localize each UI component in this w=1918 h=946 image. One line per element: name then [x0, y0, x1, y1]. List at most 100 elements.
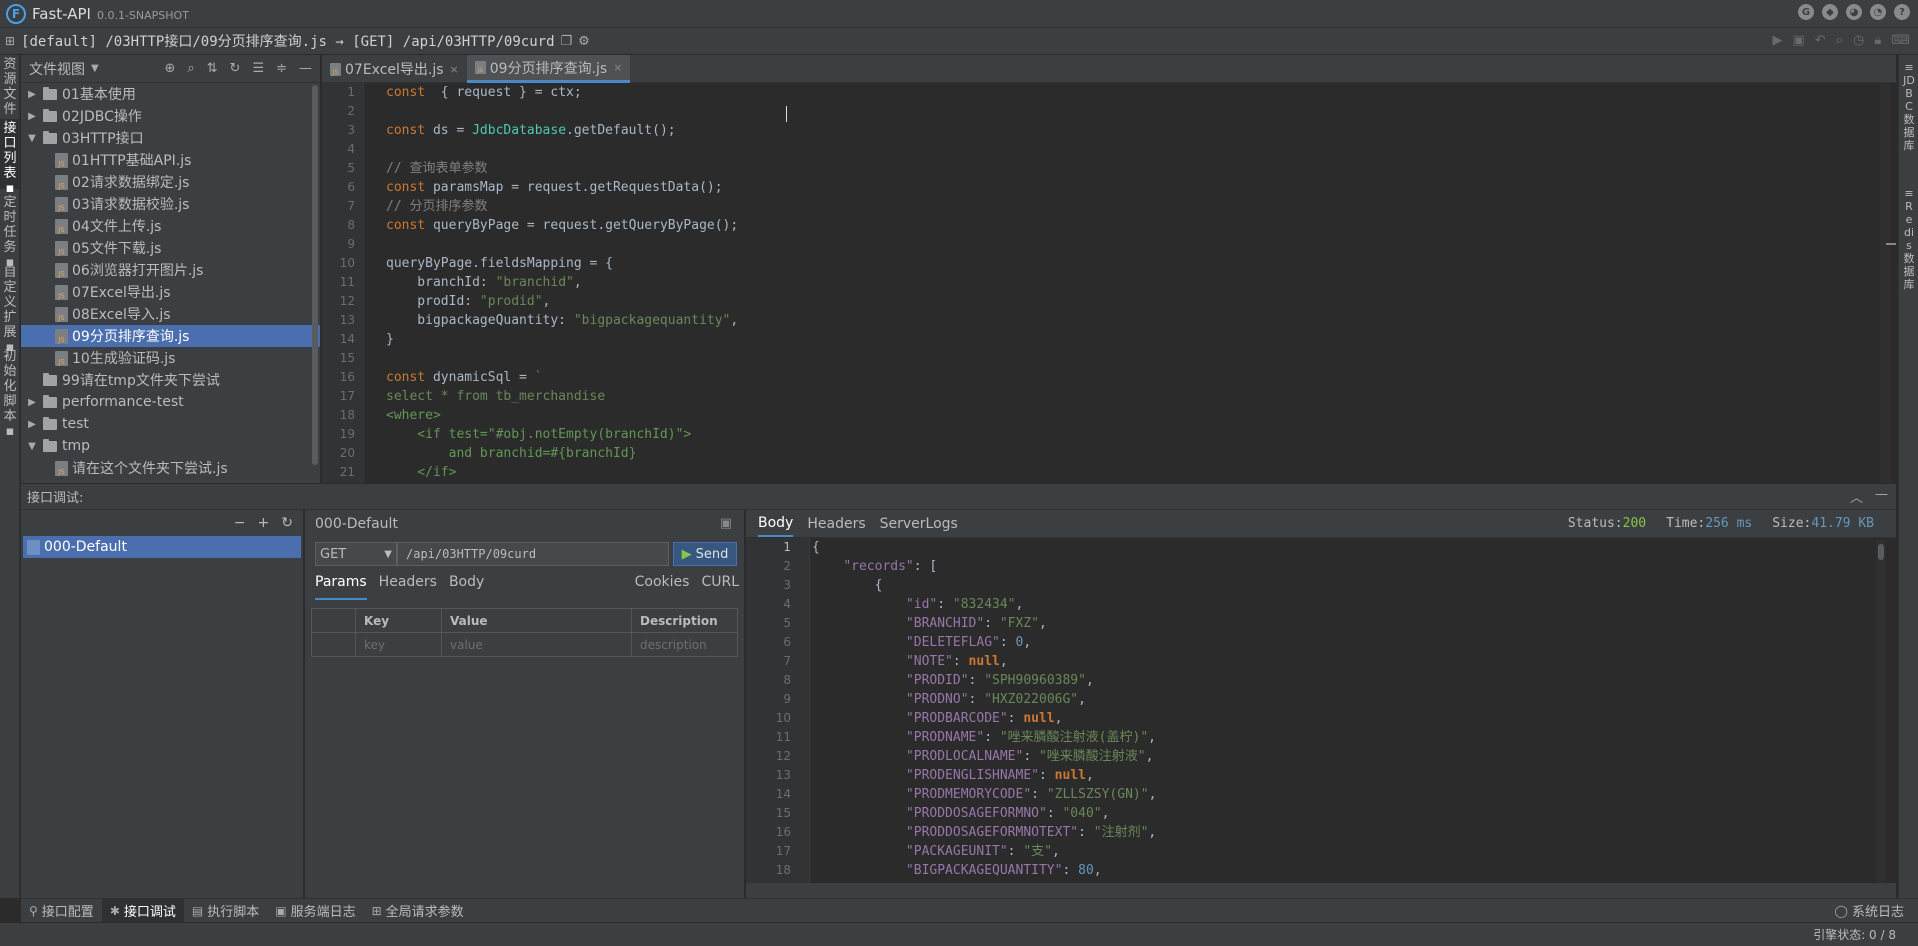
debug-case-item[interactable]: 000-Default — [23, 536, 301, 558]
line-number: 8 — [783, 673, 791, 687]
left-tab-scheduled[interactable]: 定时任务▪ — [0, 193, 20, 270]
wechat-icon[interactable]: ◔ — [1870, 4, 1886, 20]
gitee-icon[interactable]: G — [1798, 4, 1814, 20]
right-tab-redis[interactable]: ≡Redis数据库 — [1899, 187, 1918, 307]
chevron-down-icon[interactable]: ▼ — [91, 63, 99, 74]
tab-body[interactable]: Body — [449, 574, 484, 600]
row-select-cell[interactable] — [311, 632, 356, 657]
lock-icon[interactable]: 🔒︎ — [1874, 33, 1881, 48]
value-input[interactable]: value — [441, 632, 632, 657]
left-tab-api-list[interactable]: 接口列表▪ — [0, 119, 20, 196]
tab-headers[interactable]: Headers — [379, 574, 437, 600]
description-input[interactable]: description — [631, 632, 738, 657]
close-icon[interactable]: × — [450, 63, 459, 76]
editor-tab-page-sort-query[interactable]: JS 09分页排序查询.js × — [466, 55, 631, 83]
tab-params[interactable]: Params — [315, 574, 367, 600]
undo-icon[interactable]: ↶ — [1815, 33, 1826, 48]
code-token: "records" — [843, 559, 914, 574]
tree-folder[interactable]: 99请在tmp文件夹下尝试 — [21, 369, 320, 391]
tree-scrollbar[interactable] — [312, 85, 318, 465]
remove-icon[interactable]: − — [234, 515, 246, 531]
tree-folder[interactable]: ▶ 01基本使用 — [21, 83, 320, 105]
tree-folder[interactable]: ▶ test — [21, 413, 320, 435]
tree-folder[interactable]: ▶ performance-test — [21, 391, 320, 413]
chevron-right-icon[interactable]: ▶ — [25, 111, 39, 122]
response-body[interactable]: { "records": [ { "id": "832434", "BRANCH… — [812, 538, 1872, 883]
tree-file[interactable]: JS 03请求数据校验.js — [21, 193, 320, 215]
add-icon[interactable]: + — [258, 515, 270, 531]
chevron-up-icon[interactable]: ︿ — [1850, 487, 1863, 506]
expand-all-icon[interactable]: ☰ — [252, 61, 264, 76]
chevron-down-icon[interactable]: ▼ — [25, 133, 39, 144]
code-content[interactable]: const { request } = ctx; const ds = JdbcD… — [386, 83, 1866, 482]
line-number: 10 — [339, 256, 355, 270]
minimize-icon[interactable]: — — [1875, 487, 1888, 506]
tree-file[interactable]: JS 08Excel导入.js — [21, 303, 320, 325]
tab-cookies[interactable]: Cookies — [635, 574, 690, 600]
resp-tab-serverlogs[interactable]: ServerLogs — [880, 512, 958, 536]
tree-file[interactable]: JS 07Excel导出.js — [21, 281, 320, 303]
sort-icon[interactable]: ⇅ — [207, 61, 218, 76]
system-log-button[interactable]: ◯ 系统日志 — [1827, 899, 1912, 923]
keyboard-icon[interactable]: ⌨ — [1891, 33, 1910, 48]
save-icon[interactable]: ▣ — [720, 516, 732, 531]
search-icon[interactable]: ⌕ — [1836, 33, 1843, 48]
settings-gear-icon[interactable]: ⚙ — [578, 34, 590, 49]
editor-tab-excel-export[interactable]: JS 07Excel导出.js × — [322, 55, 467, 83]
editor-scrollbar[interactable] — [1880, 83, 1890, 483]
tree-folder[interactable]: ▼ 03HTTP接口 — [21, 127, 320, 149]
tree-folder[interactable]: ▶ 02JDBC操作 — [21, 105, 320, 127]
tree-file[interactable]: JS 请在这个文件夹下尝试.js — [21, 457, 320, 479]
code-editor[interactable]: 1 2 3 4 5 6 7 8 9 10 11 12 13 14 15 16 17 18 19 20 21 const … — [322, 83, 1896, 483]
left-tab-extensions[interactable]: 自定义扩展▪ — [0, 263, 20, 355]
chevron-right-icon[interactable]: ▶ — [25, 397, 39, 408]
right-tab-jdbc[interactable]: ≡JDBC数据库 — [1899, 61, 1918, 181]
history-icon[interactable]: ◷ — [1853, 33, 1864, 48]
tree-file[interactable]: JS 02请求数据绑定.js — [21, 171, 320, 193]
bottom-tab[interactable]: ⊞ 全局请求参数 — [364, 899, 472, 923]
close-icon[interactable]: × — [613, 61, 622, 74]
response-panel: Body Headers ServerLogs Status:200 Time:… — [746, 510, 1896, 898]
refresh-icon[interactable]: ↻ — [281, 515, 293, 531]
key-input[interactable]: key — [355, 632, 442, 657]
chevron-down-icon[interactable]: ▼ — [25, 441, 39, 452]
minimize-icon[interactable]: — — [299, 61, 312, 76]
response-scrollbar[interactable] — [1876, 540, 1886, 882]
resp-tab-body[interactable]: Body — [758, 511, 794, 537]
tree-file[interactable]: JS 10生成验证码.js — [21, 347, 320, 369]
chevron-right-icon[interactable]: ▶ — [25, 419, 39, 430]
tree-file[interactable]: JS 09分页排序查询.js — [21, 325, 320, 347]
code-token: ` — [534, 370, 543, 385]
send-button[interactable]: ▶ Send — [673, 542, 737, 566]
qq-icon[interactable]: ◕ — [1846, 4, 1862, 20]
bottom-tab[interactable]: ▤ 执行脚本 — [184, 899, 267, 923]
method-select[interactable]: GET ▼ — [315, 542, 397, 566]
save-icon[interactable]: ▣ — [1792, 33, 1804, 48]
bottom-tab[interactable]: ⚲ 接口配置 — [21, 899, 102, 923]
chevron-right-icon[interactable]: ▶ — [25, 89, 39, 100]
url-input[interactable]: /api/03HTTP/09curd — [397, 542, 669, 566]
tree-file[interactable]: JS 05文件下载.js — [21, 237, 320, 259]
bottom-tab[interactable]: ▣ 服务端日志 — [267, 899, 363, 923]
tree-folder[interactable]: ▼ tmp — [21, 435, 320, 457]
refresh-icon[interactable]: ↻ — [230, 61, 241, 76]
run-icon[interactable]: ▶ — [1772, 33, 1782, 48]
left-tab-resources[interactable]: 资源文件▪ — [0, 55, 20, 132]
collapse-all-icon[interactable]: ≑ — [276, 61, 287, 76]
left-tab-init-script[interactable]: 初始化脚本▪ — [0, 347, 20, 439]
tree-view-select[interactable]: 文件视图 — [29, 59, 85, 79]
github-icon[interactable]: ◆ — [1822, 4, 1838, 20]
search-icon[interactable]: ⌕ — [187, 61, 194, 76]
add-icon[interactable]: ⊕ — [164, 61, 175, 76]
tab-curl[interactable]: CURL — [701, 574, 739, 600]
tree-file[interactable]: JS 01HTTP基础API.js — [21, 149, 320, 171]
help-icon[interactable]: ? — [1894, 4, 1910, 20]
bottom-tab[interactable]: ✱ 接口调试 — [101, 898, 184, 923]
response-hscrollbar[interactable] — [746, 883, 1896, 898]
grid-icon[interactable]: ⊞ — [5, 34, 15, 48]
tree-file[interactable]: JS 04文件上传.js — [21, 215, 320, 237]
tree-file[interactable]: JS 06浏览器打开图片.js — [21, 259, 320, 281]
resp-tab-headers[interactable]: Headers — [807, 512, 865, 536]
copy-icon[interactable]: ❐ — [561, 34, 573, 49]
code-line: const { request } = ctx; — [386, 83, 1866, 102]
